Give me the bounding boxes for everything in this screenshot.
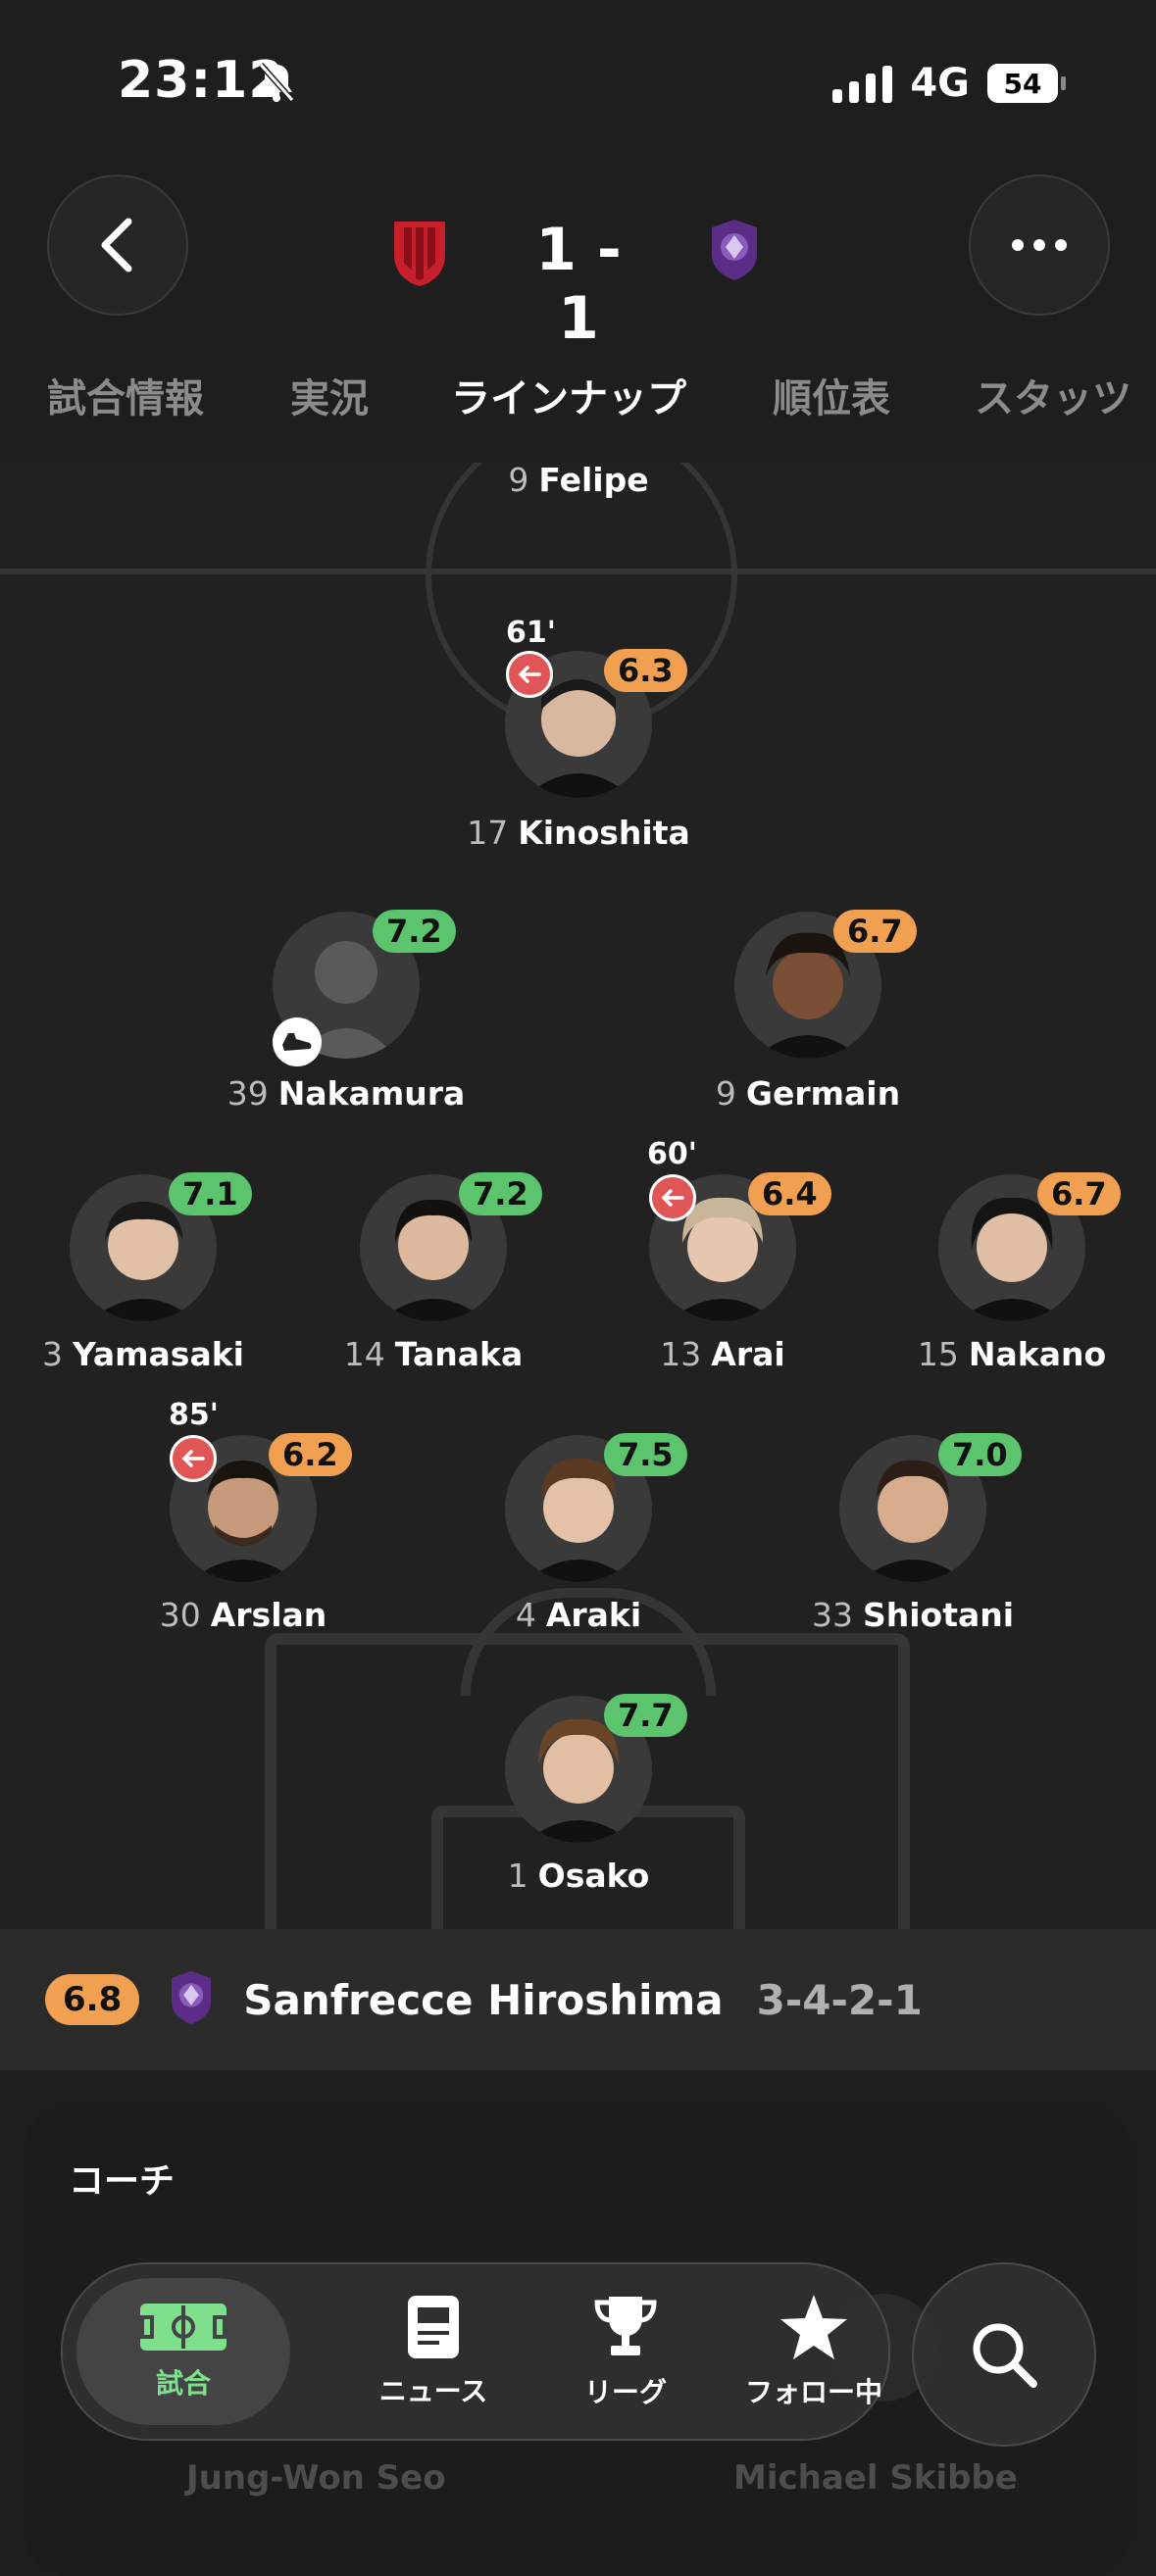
silent-mode-icon [257, 61, 296, 108]
sub-out-icon [649, 1174, 696, 1221]
purple-sanfrecce-crest-icon [172, 1971, 212, 2024]
player-rating: 7.2 [373, 910, 456, 953]
player-rating: 6.3 [604, 649, 687, 692]
home-team-crest[interactable] [390, 218, 449, 292]
sub-out-icon [170, 1435, 217, 1482]
player-name[interactable]: 1 Osako [431, 1857, 726, 1895]
player-name[interactable]: 9 Felipe [431, 461, 726, 499]
player-name[interactable]: 3 Yamasaki [0, 1335, 290, 1373]
player-rating: 6.2 [269, 1433, 352, 1476]
star-icon [780, 2295, 847, 2359]
away-team-crest[interactable] [704, 218, 765, 286]
trophy-icon [594, 2297, 657, 2355]
ellipsis-icon [1012, 239, 1067, 251]
match-tabs: 試合情報 実況 ラインナップ 順位表 スタッツ [0, 353, 1156, 431]
player-name[interactable]: 9 Germain [661, 1074, 955, 1113]
player-rating: 6.7 [1037, 1172, 1121, 1215]
battery-icon: 54 [987, 64, 1066, 103]
match-score: 1 - 1 [535, 216, 622, 353]
player-name[interactable]: 13 Arai [576, 1335, 870, 1373]
boot-icon [273, 1017, 322, 1066]
tab-label: ニュース [378, 2375, 488, 2407]
tab-news[interactable]: ニュース [335, 2264, 531, 2439]
player-name[interactable]: 39 Nakamura [199, 1074, 493, 1113]
tab-lineup[interactable]: ラインナップ [451, 367, 686, 423]
tab-live[interactable]: 実況 [290, 367, 369, 423]
player-rating: 7.2 [459, 1172, 542, 1215]
search-button[interactable] [912, 2262, 1096, 2447]
cellular-signal-icon [832, 64, 893, 103]
coach-section-title: コーチ [69, 2161, 176, 2202]
player-name[interactable]: 14 Tanaka [286, 1335, 580, 1373]
sub-time: 61' [506, 616, 556, 650]
chevron-left-icon [101, 218, 132, 272]
player-rating: 7.7 [604, 1694, 687, 1737]
sub-time: 85' [169, 1398, 219, 1432]
player-name[interactable]: 4 Araki [431, 1596, 726, 1634]
tab-match-info[interactable]: 試合情報 [47, 367, 204, 423]
player-name[interactable]: 33 Shiotani [766, 1596, 1060, 1634]
status-indicators: 4G 54 [832, 61, 1066, 106]
tab-stats[interactable]: スタッツ [975, 367, 1131, 423]
team-formation: 3-4-2-1 [756, 1975, 923, 2024]
purple-sanfrecce-crest-icon [712, 220, 757, 280]
network-type: 4G [910, 61, 970, 106]
team-name: Sanfrecce Hiroshima [243, 1975, 724, 2024]
player-rating: 6.7 [833, 910, 917, 953]
bottom-tab-bar: 試合 ニュース リーグ フォロー中 [61, 2262, 890, 2441]
sub-time: 60' [647, 1137, 697, 1171]
red-shield-crest-icon [394, 222, 445, 286]
battery-level: 54 [1003, 67, 1042, 100]
team-rating: 6.8 [45, 1974, 140, 2025]
player-name[interactable]: 17 Kinoshita [431, 814, 726, 852]
back-button[interactable] [47, 174, 188, 316]
more-options-button[interactable] [969, 174, 1110, 316]
player-name[interactable]: 15 Nakano [865, 1335, 1156, 1373]
coach-name[interactable]: Jung-Won Seo [186, 2458, 446, 2498]
sub-out-icon [506, 651, 553, 698]
coach-name[interactable]: Michael Skibbe [733, 2458, 1018, 2498]
player-rating: 7.5 [604, 1433, 687, 1476]
tab-label: 試合 [155, 2367, 211, 2400]
player-rating: 6.4 [748, 1172, 831, 1215]
tab-label: リーグ [583, 2376, 667, 2408]
tab-matches[interactable]: 試合 [76, 2278, 290, 2425]
player-rating: 7.0 [938, 1433, 1022, 1476]
news-icon [408, 2296, 459, 2358]
pitch-icon [140, 2304, 226, 2351]
tab-label: フォロー中 [744, 2376, 882, 2408]
player-name[interactable]: 30 Arslan [96, 1596, 390, 1634]
player-rating: 7.1 [169, 1172, 252, 1215]
tab-leagues[interactable]: リーグ [528, 2264, 724, 2439]
team-summary-bar: 6.8 Sanfrecce Hiroshima 3-4-2-1 [0, 1929, 1156, 2070]
team-crest [165, 1969, 218, 2030]
tab-following[interactable]: フォロー中 [716, 2264, 912, 2439]
tab-standings[interactable]: 順位表 [773, 367, 890, 423]
search-icon [973, 2323, 1037, 2388]
